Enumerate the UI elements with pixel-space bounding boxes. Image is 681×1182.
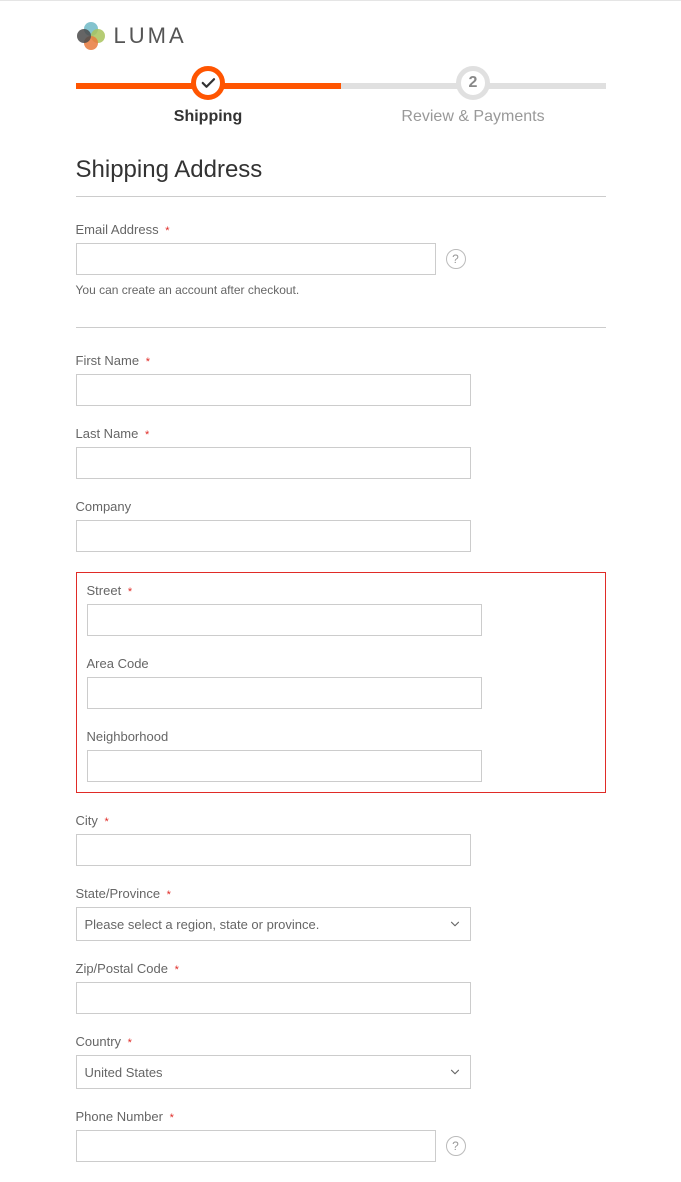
checkout-progress: Shipping 2 Review & Payments — [76, 66, 606, 126]
step-2-label: Review & Payments — [401, 108, 544, 126]
state-label: State/Province * — [76, 886, 606, 901]
email-help-icon[interactable]: ? — [446, 249, 466, 269]
step-1-label: Shipping — [174, 108, 242, 126]
state-select[interactable]: Please select a region, state or provinc… — [76, 907, 471, 941]
phone-input[interactable] — [76, 1130, 436, 1162]
checkmark-icon — [199, 74, 217, 92]
country-select[interactable]: United States — [76, 1055, 471, 1089]
phone-help-icon[interactable]: ? — [446, 1136, 466, 1156]
step-2-circle: 2 — [456, 66, 490, 100]
street-input[interactable] — [87, 604, 482, 636]
brand-name: LUMA — [114, 23, 187, 49]
city-input[interactable] — [76, 834, 471, 866]
phone-label: Phone Number * — [76, 1109, 606, 1124]
email-input[interactable] — [76, 243, 436, 275]
neighborhood-label: Neighborhood — [87, 729, 595, 744]
area-code-label: Area Code — [87, 656, 595, 671]
area-code-input[interactable] — [87, 677, 482, 709]
street-address-group: Street * Area Code Neighborhood — [76, 572, 606, 793]
first-name-label: First Name * — [76, 353, 606, 368]
brand-logo[interactable]: LUMA — [76, 1, 606, 66]
logo-icon — [76, 21, 106, 51]
email-helper-text: You can create an account after checkout… — [76, 283, 606, 297]
last-name-label: Last Name * — [76, 426, 606, 441]
company-label: Company — [76, 499, 606, 514]
last-name-input[interactable] — [76, 447, 471, 479]
company-input[interactable] — [76, 520, 471, 552]
city-label: City * — [76, 813, 606, 828]
country-label: Country * — [76, 1034, 606, 1049]
first-name-input[interactable] — [76, 374, 471, 406]
street-label: Street * — [87, 583, 595, 598]
zip-input[interactable] — [76, 982, 471, 1014]
zip-label: Zip/Postal Code * — [76, 961, 606, 976]
page-title: Shipping Address — [76, 156, 606, 197]
email-label: Email Address * — [76, 222, 606, 237]
neighborhood-input[interactable] — [87, 750, 482, 782]
step-1-circle — [191, 66, 225, 100]
